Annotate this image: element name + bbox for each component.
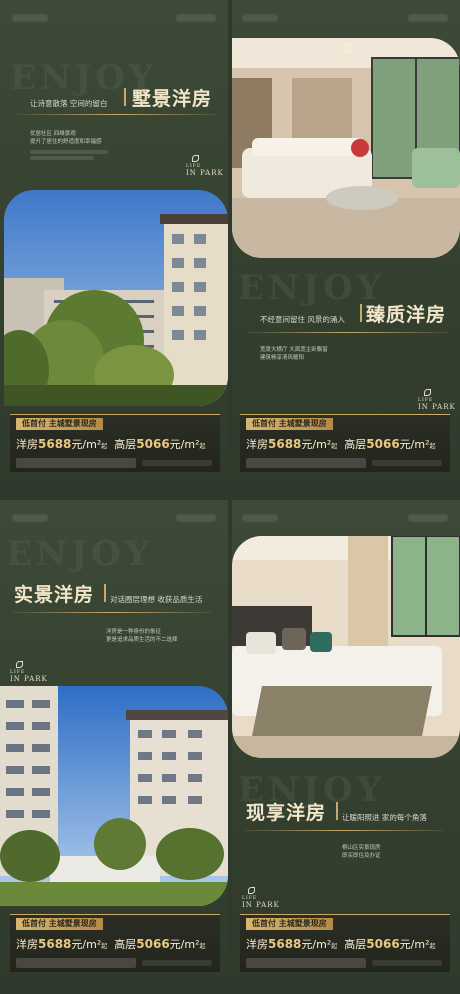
- phone-blurred: [246, 458, 366, 468]
- poster-villa-view: ENJOY 让诗意散落 空间的留白 墅景洋房 优居社区 四维景观 提升了居住的舒…: [0, 0, 228, 494]
- project-logo-blurred: [408, 514, 448, 522]
- developer-logo-blurred: [12, 514, 48, 522]
- title-divider: [104, 584, 106, 602]
- ghost-lettering: ENJOY: [238, 268, 385, 308]
- description: 优居社区 四维景观 提升了居住的舒适度和幸福感: [30, 131, 102, 145]
- leaf-icon: [192, 155, 199, 162]
- title-divider: [360, 304, 362, 322]
- poster-premium: ENJOY 不经意间留住 风景的涌入 臻质洋房 宽景大横厅 大面宽主卧飘窗 建筑…: [232, 0, 460, 494]
- bedroom-illustration: [232, 536, 460, 758]
- developer-logo-blurred: [242, 14, 278, 22]
- poster-ready-home: ENJOY 现享洋房 让暖阳照进 家的每个角落 桐山区实景现房 即买即住及办证 …: [232, 500, 460, 994]
- gold-rule: [248, 332, 448, 333]
- building-photo-illustration: [0, 686, 228, 906]
- developer-logo-blurred: [12, 14, 48, 22]
- slogan: 让暖阳照进 家的每个角落: [342, 813, 427, 822]
- address-blurred: [372, 960, 442, 966]
- leaf-icon: [424, 389, 431, 396]
- building-photo: [0, 686, 228, 906]
- address-blurred: [142, 960, 212, 966]
- bedroom-photo: [232, 536, 460, 758]
- price-panel: 低首付 主城墅景现房 洋房5688元/m²起 高层5066元/m²起: [240, 914, 450, 972]
- price-line: 洋房5688元/m²起 高层5066元/m²起: [246, 437, 436, 451]
- gold-rule: [12, 612, 212, 613]
- description-en-blurred: [30, 156, 94, 160]
- address-blurred: [372, 460, 442, 466]
- promo-tag: 低首付 主城墅景现房: [16, 418, 103, 430]
- brand-mark: LIFE IN PARK: [10, 661, 48, 683]
- ghost-lettering: ENJOY: [6, 534, 153, 574]
- project-logo-blurred: [408, 14, 448, 22]
- slogan: 让诗意散落 空间的留白: [30, 99, 108, 108]
- poster-title: 现享洋房: [246, 802, 327, 824]
- description-en-blurred: [30, 150, 108, 154]
- project-logo-blurred: [176, 514, 216, 522]
- leaf-icon: [16, 661, 23, 668]
- price-panel: 低首付 主城墅景现房 洋房5688元/m²起 高层5066元/m²起: [10, 414, 220, 472]
- price-line: 洋房5688元/m²起 高层5066元/m²起: [246, 937, 436, 951]
- poster-title: 墅景洋房: [132, 88, 213, 110]
- gold-rule: [244, 830, 444, 831]
- living-room-photo: [232, 38, 460, 258]
- price-line: 洋房5688元/m²起 高层5066元/m²起: [16, 937, 206, 951]
- living-room-illustration: [232, 38, 460, 258]
- gold-rule: [18, 114, 218, 115]
- promo-tag: 低首付 主城墅景现房: [246, 918, 333, 930]
- promo-tag: 低首付 主城墅景现房: [246, 418, 333, 430]
- description: 宽景大横厅 大面宽主卧飘窗 建筑畅享清风暖阳: [260, 347, 328, 361]
- slogan: 不经意间留住 风景的涌入: [260, 315, 345, 324]
- price-line: 洋房5688元/m²起 高层5066元/m²起: [16, 437, 206, 451]
- address-blurred: [142, 460, 212, 466]
- title-divider: [336, 802, 338, 820]
- brand-mark: LIFE IN PARK: [186, 155, 224, 177]
- project-logo-blurred: [176, 14, 216, 22]
- brand-mark: LIFE IN PARK: [242, 887, 280, 909]
- price-panel: 低首付 主城墅景现房 洋房5688元/m²起 高层5066元/m²起: [10, 914, 220, 972]
- phone-blurred: [16, 958, 136, 968]
- slogan: 对话圈层理想 收获品质生活: [110, 595, 203, 604]
- poster-title: 臻质洋房: [366, 304, 447, 326]
- phone-blurred: [246, 958, 366, 968]
- phone-blurred: [16, 458, 136, 468]
- description: 桐山区实景现房 即买即住及办证: [342, 845, 381, 859]
- building-photo: [4, 190, 228, 406]
- developer-logo-blurred: [242, 514, 278, 522]
- poster-title: 实景洋房: [14, 584, 95, 606]
- price-panel: 低首付 主城墅景现房 洋房5688元/m²起 高层5066元/m²起: [240, 414, 450, 472]
- description: 洋房是一种身份的象征 更是追求品质生活的不二选择: [106, 629, 178, 643]
- promo-tag: 低首付 主城墅景现房: [16, 918, 103, 930]
- leaf-icon: [248, 887, 255, 894]
- poster-real-scene: ENJOY 实景洋房 对话圈层理想 收获品质生活 洋房是一种身份的象征 更是追求…: [0, 500, 228, 994]
- building-photo-illustration: [4, 190, 228, 406]
- brand-mark: LIFE IN PARK: [418, 389, 456, 411]
- title-divider: [124, 88, 126, 106]
